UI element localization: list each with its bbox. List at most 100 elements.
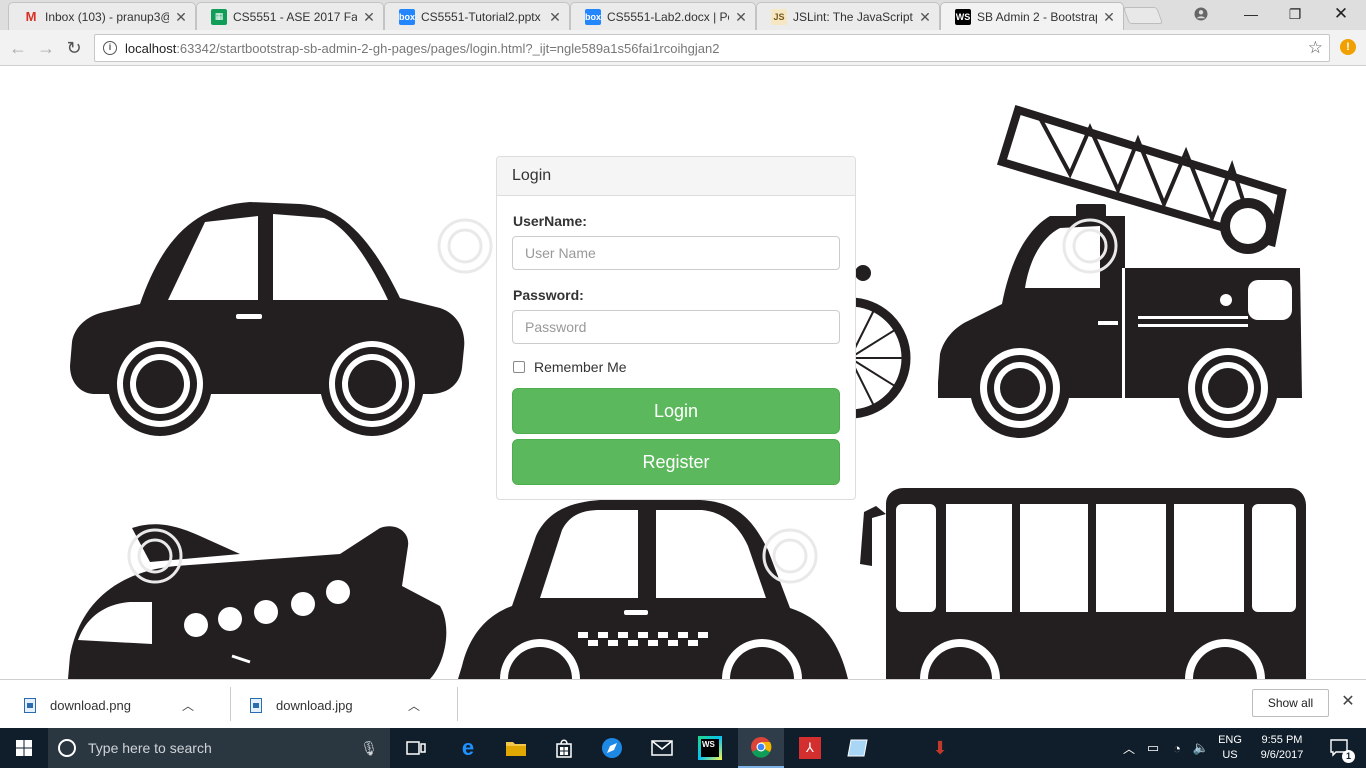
download-divider <box>457 687 458 721</box>
compass-app-icon[interactable] <box>590 728 634 768</box>
password-input[interactable] <box>512 310 840 344</box>
language-indicator[interactable]: ENG US <box>1212 728 1248 768</box>
fire-truck-illustration <box>938 104 1302 438</box>
download-arrow-icon[interactable]: ⬇ <box>920 728 960 768</box>
close-tab-icon[interactable]: ✕ <box>917 9 933 25</box>
reload-icon[interactable]: ↻ <box>62 36 86 60</box>
tab-sb-admin[interactable]: WS SB Admin 2 - Bootstrap ✕ <box>940 2 1124 30</box>
close-window-icon[interactable]: ✕ <box>1318 0 1364 28</box>
box-icon: box <box>585 8 601 25</box>
image-file-icon <box>250 697 262 713</box>
remember-me-label: Remember Me <box>534 359 627 375</box>
remember-me-row: Remember Me <box>513 359 627 375</box>
notes-app-icon[interactable] <box>836 728 880 768</box>
microphone-icon[interactable]: 🎙 <box>360 740 378 757</box>
taskbar-search[interactable]: Type here to search 🎙 <box>48 728 390 768</box>
notification-count-badge: 1 <box>1342 750 1355 763</box>
info-icon[interactable]: i <box>103 41 117 55</box>
chrome-taskbar-icon[interactable] <box>738 728 784 768</box>
tab-title: SB Admin 2 - Bootstrap <box>977 9 1097 24</box>
webstorm-icon: WS <box>955 8 971 25</box>
warning-badge-icon[interactable]: ! <box>1340 39 1356 55</box>
windows-start-icon[interactable] <box>0 728 48 768</box>
tab-title: CS5551-Lab2.docx | Po <box>607 9 729 24</box>
tab-title: CS5551 - ASE 2017 Fall <box>233 9 357 24</box>
page-viewport: Login UserName: Password: Remember Me Lo… <box>0 66 1366 679</box>
show-all-button[interactable]: Show all <box>1252 689 1329 717</box>
back-arrow-icon[interactable]: ← <box>6 36 30 60</box>
register-button[interactable]: Register <box>512 439 840 485</box>
minimize-icon[interactable]: — <box>1228 0 1274 28</box>
close-tab-icon[interactable]: ✕ <box>361 9 377 25</box>
tab-title: JSLint: The JavaScript C <box>793 9 913 24</box>
close-shelf-icon[interactable]: ✕ <box>1338 692 1358 712</box>
keyboard-region: US <box>1222 749 1238 761</box>
tab-inbox[interactable]: M Inbox (103) - pranup3@ ✕ <box>8 2 196 30</box>
bookmark-star-icon[interactable]: ☆ <box>1308 38 1323 58</box>
gmail-icon: M <box>25 9 37 24</box>
download-divider <box>230 687 231 721</box>
action-center-icon[interactable]: 1 <box>1320 728 1360 768</box>
sheets-icon: ▦ <box>211 8 227 25</box>
remember-me-checkbox[interactable] <box>513 361 525 373</box>
volume-icon[interactable]: 🔈 <box>1190 728 1212 768</box>
tab-lab2[interactable]: box CS5551-Lab2.docx | Po ✕ <box>570 2 756 30</box>
jslint-icon: JS <box>771 8 787 25</box>
login-button[interactable]: Login <box>512 388 840 434</box>
download-shelf: download.png ︿ download.jpg ︿ Show all ✕ <box>0 679 1366 728</box>
download-filename: download.png <box>50 697 131 713</box>
chevron-up-icon[interactable]: ︿ <box>404 697 424 714</box>
close-tab-icon[interactable]: ✕ <box>1101 9 1117 25</box>
url-host: localhost <box>125 40 177 56</box>
address-bar[interactable]: i localhost:63342/startbootstrap-sb-admi… <box>94 34 1330 62</box>
windows-taskbar: Type here to search 🎙 e WS ⅄ ⬇ ︿ ▭ ◔ 🔈 E… <box>0 728 1366 768</box>
battery-icon[interactable]: ▭ <box>1142 728 1164 768</box>
address-url: localhost:63342/startbootstrap-sb-admin-… <box>125 41 719 56</box>
file-explorer-icon[interactable] <box>494 728 538 768</box>
download-item[interactable]: download.png ︿ <box>24 687 198 723</box>
box-icon: box <box>399 8 415 25</box>
download-item[interactable]: download.jpg ︿ <box>250 687 424 723</box>
acrobat-icon[interactable]: ⅄ <box>788 728 832 768</box>
clock[interactable]: 9:55 PM 9/6/2017 <box>1250 728 1314 768</box>
forward-arrow-icon[interactable]: → <box>34 36 58 60</box>
tab-title: Inbox (103) - pranup3@ <box>45 9 169 24</box>
tab-ase-sheet[interactable]: ▦ CS5551 - ASE 2017 Fall ✕ <box>196 2 384 30</box>
download-filename: download.jpg <box>276 697 353 713</box>
tab-title: CS5551-Tutorial2.pptx | <box>421 9 543 24</box>
browser-tab-strip: M Inbox (103) - pranup3@ ✕ ▦ CS5551 - AS… <box>0 0 1366 30</box>
close-tab-icon[interactable]: ✕ <box>173 9 189 25</box>
chevron-up-icon[interactable]: ︿ <box>178 697 198 714</box>
profile-icon[interactable] <box>1178 0 1224 28</box>
browser-toolbar: ← → ↻ i localhost:63342/startbootstrap-s… <box>0 30 1366 66</box>
clock-time: 9:55 PM <box>1261 734 1303 746</box>
tab-jslint[interactable]: JS JSLint: The JavaScript C ✕ <box>756 2 940 30</box>
image-file-icon <box>24 697 36 713</box>
username-label: UserName: <box>513 213 587 229</box>
wifi-icon[interactable]: ◔ <box>1166 728 1188 768</box>
url-path: :63342/startbootstrap-sb-admin-2-gh-page… <box>176 40 720 56</box>
webstorm-taskbar-icon[interactable]: WS <box>688 728 732 768</box>
restore-icon[interactable]: ❐ <box>1272 0 1318 28</box>
language-code: ENG <box>1218 734 1242 746</box>
chevron-up-icon[interactable]: ︿ <box>1118 728 1140 768</box>
search-placeholder: Type here to search <box>88 740 212 756</box>
tab-tutorial2[interactable]: box CS5551-Tutorial2.pptx | ✕ <box>384 2 570 30</box>
login-panel: Login UserName: Password: Remember Me Lo… <box>496 156 856 500</box>
login-panel-heading: Login <box>497 157 855 196</box>
clock-date: 9/6/2017 <box>1260 749 1304 761</box>
cortana-icon <box>58 739 76 757</box>
mail-icon[interactable] <box>640 728 684 768</box>
airplane-illustration <box>68 524 447 679</box>
taxi-illustration <box>458 500 848 679</box>
close-tab-icon[interactable]: ✕ <box>733 9 749 25</box>
close-tab-icon[interactable]: ✕ <box>547 9 563 25</box>
bus-illustration <box>860 488 1306 679</box>
car-illustration <box>70 202 465 436</box>
store-icon[interactable] <box>542 728 586 768</box>
task-view-icon[interactable] <box>394 728 438 768</box>
password-label: Password: <box>513 287 584 303</box>
new-tab-button[interactable] <box>1122 7 1164 24</box>
edge-browser-icon[interactable]: e <box>446 728 490 768</box>
username-input[interactable] <box>512 236 840 270</box>
